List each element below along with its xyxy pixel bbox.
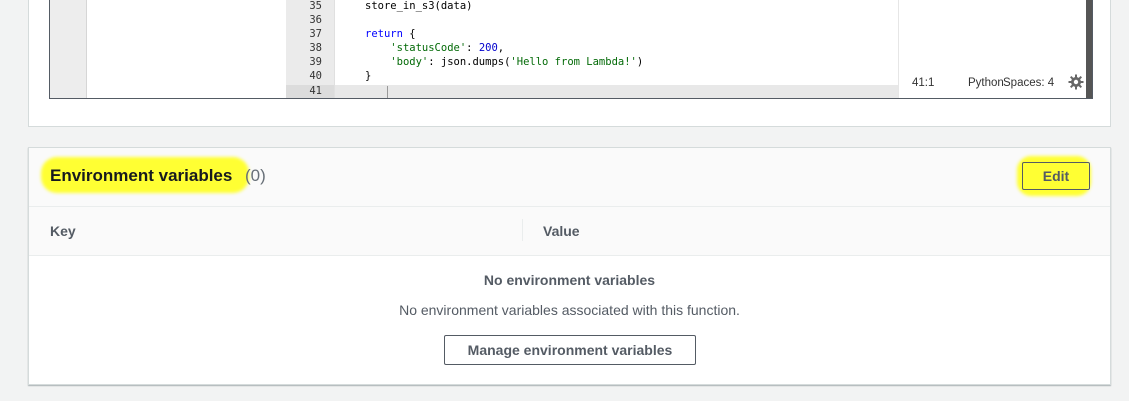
code-line-35: store_in_s3(data) (365, 0, 473, 12)
editor-scrollbar[interactable] (1086, 0, 1092, 98)
code-line-40: } (365, 70, 372, 82)
cursor-position: 41:1 (912, 77, 935, 89)
line-number: 38 (309, 42, 322, 54)
environment-variables-panel: Environment variables (0) Edit Key Value… (28, 147, 1111, 385)
line-number: 40 (309, 70, 322, 82)
variable-count: (0) (245, 166, 266, 185)
code-line-38: 'statusCode': 200, (390, 42, 505, 54)
file-tree-strip (50, 0, 87, 98)
file-browser-area (87, 0, 286, 98)
line-number-gutter: 35 36 37 38 39 40 41 (286, 0, 335, 98)
column-divider (522, 219, 523, 241)
text-cursor (387, 86, 388, 98)
editor-status-bar: 41:1 Python Spaces: 4 (912, 77, 1054, 91)
code-source-panel: 35 36 37 38 39 40 41 store_in_s3(data) r… (28, 0, 1111, 127)
line-number: 41 (309, 85, 322, 97)
code-editor[interactable]: 35 36 37 38 39 40 41 store_in_s3(data) r… (49, 0, 1093, 99)
manage-environment-variables-button[interactable]: Manage environment variables (444, 335, 696, 365)
panel-header: Environment variables (0) Edit (29, 148, 1110, 207)
line-number: 36 (309, 14, 322, 26)
table-header: Key Value (29, 207, 1110, 256)
empty-state-description: No environment variables associated with… (399, 302, 740, 318)
line-number: 39 (309, 56, 322, 68)
code-text-area[interactable]: store_in_s3(data) return { 'statusCode':… (335, 0, 898, 98)
gear-icon[interactable] (1068, 74, 1084, 90)
edit-button[interactable]: Edit (1022, 162, 1090, 190)
empty-state-title: No environment variables (483, 272, 656, 288)
indent-setting[interactable]: Spaces: 4 (1003, 77, 1054, 91)
active-line-highlight (335, 85, 898, 98)
language-mode[interactable]: Python (968, 77, 1004, 91)
code-line-37: return { (365, 28, 416, 40)
code-line-39: 'body': json.dumps('Hello from Lambda!') (390, 56, 644, 68)
panel-title: Environment variables (50, 166, 233, 185)
line-number: 35 (309, 0, 322, 12)
column-header-key: Key (50, 223, 76, 239)
line-number: 37 (309, 28, 322, 40)
column-header-value: Value (543, 223, 580, 239)
